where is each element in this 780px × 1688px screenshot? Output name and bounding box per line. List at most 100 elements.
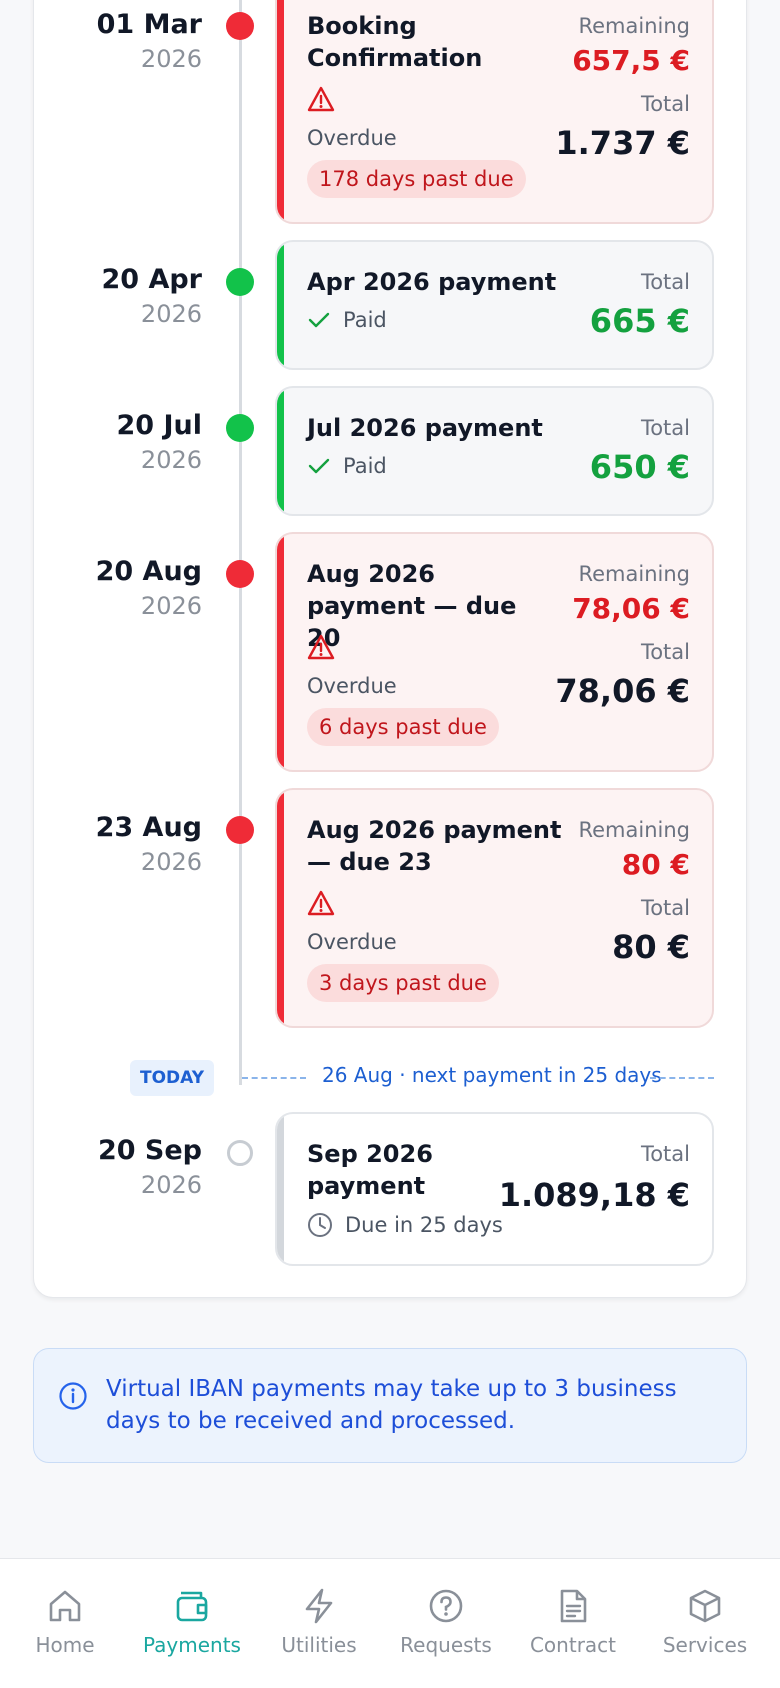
- date-day: 20 Apr: [101, 264, 202, 295]
- help-circle-icon: [429, 1589, 463, 1623]
- status-label: Paid: [343, 308, 387, 332]
- status-bar: [277, 0, 284, 222]
- status-bar: [277, 534, 284, 770]
- remaining-amount: 78,06 €: [572, 592, 690, 625]
- today-badge: TODAY: [130, 1060, 214, 1096]
- nav-label: Utilities: [281, 1633, 357, 1657]
- status-dot-paid: [226, 268, 254, 296]
- total-amount: 1.089,18 €: [498, 1176, 690, 1214]
- payment-card[interactable]: Aug 2026 payment — due 23 Overdue 3 days…: [275, 788, 714, 1028]
- date-year: 2026: [140, 1171, 202, 1199]
- timeline-line: [239, 0, 242, 1085]
- check-icon: [308, 312, 330, 328]
- nav-label: Services: [662, 1633, 748, 1657]
- box-icon: [689, 1589, 721, 1623]
- status-label: Overdue: [307, 674, 397, 698]
- payment-title: Aug 2026 payment — due 23: [307, 816, 562, 876]
- nav-home[interactable]: Home: [0, 1587, 130, 1657]
- today-divider: [650, 1077, 714, 1079]
- total-amount: 665 €: [589, 302, 690, 340]
- nav-contract[interactable]: Contract: [508, 1587, 638, 1657]
- info-icon: [59, 1382, 87, 1410]
- total-amount: 80 €: [612, 928, 690, 966]
- date-day: 20 Sep: [97, 1135, 202, 1166]
- past-due-badge: 178 days past due: [307, 160, 526, 198]
- status-dot-overdue: [226, 560, 254, 588]
- timeline-date: 20 Apr 2026: [2, 263, 202, 331]
- wallet-icon: [176, 1591, 208, 1622]
- date-year: 2026: [140, 45, 202, 73]
- check-icon: [308, 458, 330, 474]
- timeline-date: 23 Aug 2026: [2, 811, 202, 879]
- remaining-amount: 657,5 €: [572, 44, 690, 77]
- status-label: Due in 25 days: [345, 1213, 503, 1237]
- document-icon: [560, 1589, 587, 1623]
- payment-title: Booking Confirmation: [307, 12, 483, 72]
- payment-card[interactable]: Apr 2026 payment Paid Total 665 €: [275, 240, 714, 370]
- past-due-badge: 6 days past due: [307, 708, 499, 746]
- status-dot-upcoming: [227, 1140, 253, 1166]
- status-label: Overdue: [307, 930, 397, 954]
- past-due-badge: 3 days past due: [307, 964, 499, 1002]
- total-amount: 650 €: [589, 448, 690, 486]
- status-dot-paid: [226, 414, 254, 442]
- nav-utilities[interactable]: Utilities: [254, 1587, 384, 1657]
- total-label: Total: [640, 640, 690, 664]
- next-payment-note: 26 Aug · next payment in 25 days: [322, 1063, 662, 1087]
- status-bar: [277, 790, 284, 1026]
- timeline-date: 20 Jul 2026: [2, 409, 203, 477]
- total-amount: 78,06 €: [555, 672, 690, 710]
- remaining-amount: 80 €: [621, 848, 690, 881]
- home-icon: [49, 1590, 81, 1622]
- date-day: 23 Aug: [95, 812, 202, 843]
- remaining-label: Remaining: [578, 14, 690, 38]
- info-notice: Virtual IBAN payments may take up to 3 b…: [33, 1348, 747, 1463]
- due-status: Due in 25 days: [307, 1212, 503, 1238]
- warning-icon: [307, 86, 335, 112]
- bottom-nav: Home Payments Utilities Requests Contrac…: [0, 1558, 780, 1688]
- payments-page: 01 Mar 2026 Booking Confirmation Overdue…: [0, 0, 780, 1688]
- status-dot-overdue: [226, 816, 254, 844]
- timeline-date: 01 Mar 2026: [2, 8, 202, 76]
- nav-label: Payments: [143, 1633, 241, 1657]
- total-label: Total: [640, 92, 690, 116]
- warning-icon: [307, 890, 335, 916]
- nav-requests[interactable]: Requests: [381, 1587, 511, 1657]
- status-bar: [277, 1114, 284, 1264]
- remaining-label: Remaining: [578, 818, 690, 842]
- nav-payments[interactable]: Payments: [127, 1587, 257, 1657]
- remaining-label: Remaining: [578, 562, 690, 586]
- total-label: Total: [640, 1142, 690, 1166]
- status-label: Paid: [343, 454, 387, 478]
- clock-icon: [308, 1213, 332, 1237]
- date-year: 2026: [140, 848, 202, 876]
- status-dot-overdue: [226, 12, 254, 40]
- bolt-icon: [305, 1588, 333, 1624]
- payment-title: Apr 2026 payment: [307, 268, 557, 296]
- payment-title: Sep 2026 payment: [307, 1140, 433, 1200]
- total-amount: 1.737 €: [555, 124, 690, 162]
- nav-label: Home: [35, 1633, 95, 1657]
- total-label: Total: [640, 896, 690, 920]
- date-year: 2026: [140, 592, 202, 620]
- nav-label: Contract: [529, 1633, 617, 1657]
- status-bar: [277, 388, 284, 514]
- status-label: Overdue: [307, 126, 397, 150]
- paid-status: Paid: [307, 454, 387, 478]
- payment-card[interactable]: Booking Confirmation Overdue 178 days pa…: [275, 0, 714, 224]
- payment-card[interactable]: Aug 2026 payment — due 20 Overdue 6 days…: [275, 532, 714, 772]
- timeline-date: 20 Aug 2026: [2, 555, 202, 623]
- status-bar: [277, 242, 284, 368]
- info-text: Virtual IBAN payments may take up to 3 b…: [106, 1376, 677, 1434]
- date-day: 01 Mar: [96, 9, 202, 40]
- warning-icon: [307, 634, 335, 660]
- payment-card[interactable]: Sep 2026 payment Due in 25 days Total 1.…: [275, 1112, 714, 1266]
- payment-title: Jul 2026 payment: [307, 414, 543, 442]
- nav-services[interactable]: Services: [640, 1587, 770, 1657]
- payment-card[interactable]: Jul 2026 payment Paid Total 650 €: [275, 386, 714, 516]
- paid-status: Paid: [307, 308, 387, 332]
- nav-label: Requests: [400, 1633, 492, 1657]
- date-day: 20 Aug: [95, 556, 202, 587]
- date-year: 2026: [140, 446, 202, 474]
- timeline-date: 20 Sep 2026: [2, 1134, 202, 1202]
